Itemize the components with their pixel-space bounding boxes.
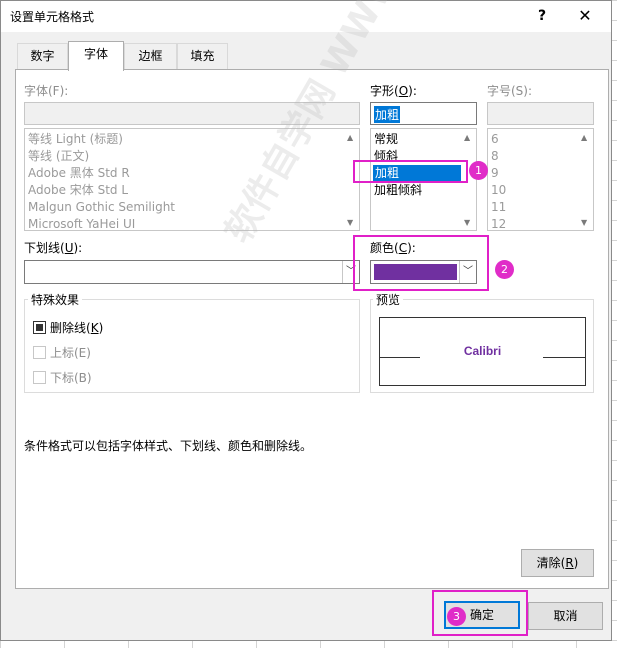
list-item[interactable]: Malgun Gothic Semilight [28,199,175,216]
underline-select[interactable]: ﹀ [24,260,360,284]
highlight-box-color [353,235,489,291]
title-bar: 设置单元格格式 ? ✕ [1,1,611,32]
superscript-checkbox[interactable] [33,346,46,359]
list-item[interactable]: 6 [491,131,499,148]
note-text: 条件格式可以包括字体样式、下划线、颜色和删除线。 [24,439,313,453]
list-item[interactable]: 等线 (正文) [28,148,89,165]
underline-label: 下划线(U): [24,241,83,255]
list-item[interactable]: 加粗倾斜 [374,182,422,199]
callout-badge-1: 1 [469,161,488,180]
list-item[interactable]: 常规 [374,131,398,148]
size-list[interactable]: 6 8 9 10 11 12 ▲ ▼ [487,128,594,231]
font-list[interactable]: 等线 Light (标题) 等线 (正文) Adobe 黑体 Std R Ado… [24,128,360,231]
close-icon[interactable]: ✕ [571,5,599,27]
scroll-up-icon[interactable]: ▲ [464,133,470,142]
list-item[interactable]: Adobe 黑体 Std R [28,165,130,182]
callout-badge-3: 3 [447,607,466,626]
scroll-up-icon[interactable]: ▲ [347,133,353,142]
font-input[interactable] [24,102,360,125]
strikethrough-checkbox[interactable] [33,321,46,334]
list-item[interactable]: 9 [491,165,499,182]
cancel-button[interactable]: 取消 [528,602,603,630]
size-label: 字号(S): [487,84,533,98]
scroll-down-icon[interactable]: ▼ [581,218,587,227]
effects-title: 特殊效果 [28,291,83,308]
subscript-label: 下标(B) [50,371,92,385]
preview-box: Calibri [379,317,586,386]
scroll-down-icon[interactable]: ▼ [347,218,353,227]
clear-button[interactable]: 清除(R) [521,549,594,577]
list-item[interactable]: 11 [491,199,506,216]
list-item[interactable]: 8 [491,148,499,165]
tab-font[interactable]: 字体 [68,41,124,71]
style-input-value: 加粗 [374,106,401,123]
preview-text: Calibri [463,344,502,358]
list-item[interactable]: 等线 Light (标题) [28,131,123,148]
scroll-down-icon[interactable]: ▼ [464,218,470,227]
subscript-checkbox[interactable] [33,371,46,384]
preview-title: 预览 [373,291,404,308]
dialog-title: 设置单元格格式 [10,10,95,24]
strikethrough-label: 删除线(K) [50,321,104,335]
list-item[interactable]: Adobe 宋体 Std L [28,182,128,199]
callout-badge-2: 2 [495,260,514,279]
scroll-up-icon[interactable]: ▲ [581,133,587,142]
tab-fill[interactable]: 填充 [177,43,228,69]
highlight-box-bold [353,160,468,183]
tab-border[interactable]: 边框 [124,43,177,69]
font-label: 字体(F): [24,84,69,98]
list-item[interactable]: 10 [491,182,506,199]
help-icon[interactable]: ? [528,5,556,27]
size-list-scrollbar[interactable]: ▲ ▼ [578,129,593,230]
superscript-label: 上标(E) [50,346,91,360]
format-cells-dialog: 设置单元格格式 ? ✕ 数字 字体 边框 填充 字体(F): 等线 Light … [0,0,612,641]
tab-number[interactable]: 数字 [17,43,68,69]
list-item[interactable]: Microsoft YaHei UI [28,216,135,230]
style-label: 字形(O): [370,84,417,98]
checkbox-fill [36,324,43,331]
list-item[interactable]: 12 [491,216,506,230]
style-input[interactable]: 加粗 [370,102,477,125]
size-input[interactable] [487,102,594,125]
